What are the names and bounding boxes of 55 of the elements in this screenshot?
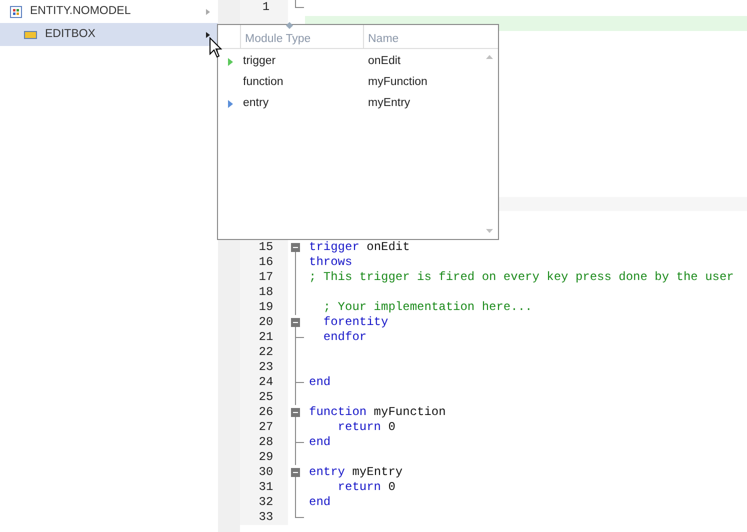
line-number: 29	[240, 450, 288, 465]
line-number: 32	[240, 495, 288, 510]
sort-indicator-icon	[286, 22, 294, 30]
line-number: 33	[240, 510, 288, 525]
list-cell[interactable]: myEntry	[368, 94, 410, 112]
code-line: endfor	[322, 330, 367, 345]
code-line: ; Your implementation here...	[322, 300, 532, 315]
code-line: end	[308, 435, 331, 450]
line-number: 18	[240, 285, 288, 300]
line-number: 31	[240, 480, 288, 495]
line-number: 26	[240, 405, 288, 420]
code-line: entry myEntry	[308, 465, 403, 480]
collapse-icon[interactable]	[291, 318, 300, 327]
list-cell[interactable]: myFunction	[368, 74, 428, 92]
line-number: 27	[240, 420, 288, 435]
line-number: 21	[240, 330, 288, 345]
line-number: 16	[240, 255, 288, 270]
tree-item[interactable]: EDITBOX	[0, 23, 218, 46]
line-number: 28	[240, 435, 288, 450]
code-line: return 0	[336, 480, 396, 495]
line-number: 30	[240, 465, 288, 480]
line-number: 17	[240, 270, 288, 285]
fold-end-line	[295, 435, 304, 450]
list-cell[interactable]: entry	[243, 94, 343, 112]
code-line: forentity	[322, 315, 388, 330]
fold-end-line	[295, 375, 304, 390]
fold-line	[295, 390, 296, 405]
fold-end-line	[295, 510, 304, 518]
code-line: ; This trigger is fired on every key press done by the user	[308, 270, 734, 285]
list-cell[interactable]: trigger	[243, 52, 343, 70]
fold-end-line	[295, 330, 304, 345]
code-line: function myFunction	[308, 405, 446, 420]
line-number: 20	[240, 315, 288, 330]
code-line: trigger onEdit	[308, 240, 410, 255]
grid-icon	[10, 6, 22, 18]
fold-line	[295, 450, 296, 465]
collapse-icon[interactable]	[291, 243, 300, 252]
list-cell[interactable]: function	[243, 74, 343, 92]
tree-item[interactable]: ENTITY.NOMODEL	[0, 0, 218, 23]
line-number: 24	[240, 375, 288, 390]
code-line: return 0	[336, 420, 396, 435]
collapse-icon[interactable]	[291, 468, 300, 477]
collapse-icon[interactable]	[291, 408, 300, 417]
line-number: 19	[240, 300, 288, 315]
list-cell[interactable]: onEdit	[368, 52, 401, 70]
code-line: throws	[308, 255, 352, 270]
line-number: 22	[240, 345, 288, 360]
line-number: 25	[240, 390, 288, 405]
line-number: 15	[240, 240, 288, 255]
code-line: end	[308, 375, 331, 390]
fold-end-line	[295, 0, 304, 8]
line-number: 1	[240, 0, 288, 15]
field-icon	[24, 28, 37, 40]
code-line: end	[308, 495, 331, 510]
line-number: 23	[240, 360, 288, 375]
